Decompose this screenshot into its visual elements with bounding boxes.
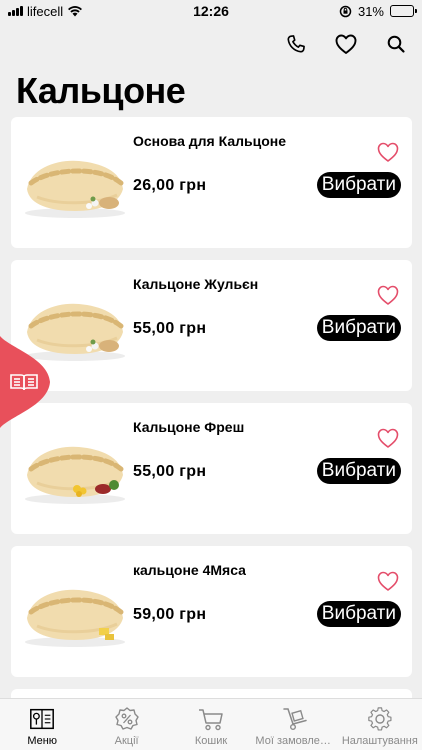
cart-icon [197, 705, 225, 733]
product-name: кальцоне 4Мяса [133, 562, 246, 578]
heart-icon[interactable] [376, 284, 400, 306]
battery-icon [390, 5, 417, 17]
product-name: Кальцоне Фреш [133, 419, 245, 435]
product-card[interactable]: Основа для Кальцоне 26,00 грн Вибрати [11, 117, 412, 248]
tab-label: Кошик [194, 735, 228, 747]
product-card[interactable]: кальцоне 4Мяса 59,00 грн Вибрати [11, 546, 412, 677]
product-list: Основа для Кальцоне 26,00 грн Вибрати Ка… [11, 117, 412, 721]
search-icon[interactable] [382, 30, 410, 58]
favorites-heart-icon[interactable] [332, 30, 360, 58]
phone-icon[interactable] [282, 30, 310, 58]
bottom-tab-bar: Меню Акції Кошик Мої замовлення Налаштув… [0, 698, 422, 750]
choose-button[interactable]: Вибрати [316, 601, 401, 627]
status-bar: lifecell 12:26 31% [0, 0, 422, 22]
heart-icon[interactable] [376, 141, 400, 163]
gear-icon [366, 705, 394, 733]
choose-button[interactable]: Вибрати [316, 172, 401, 198]
tab-my-orders[interactable]: Мої замовлення [253, 699, 337, 750]
product-name: Основа для Кальцоне [133, 133, 287, 149]
tab-label: Меню [27, 735, 58, 747]
menu-book-icon [28, 705, 56, 733]
product-image [25, 160, 125, 218]
product-name: Кальцоне Жульєн [133, 276, 259, 292]
product-image [25, 446, 125, 504]
heart-icon[interactable] [376, 427, 400, 449]
product-price: 55,00 грн [133, 320, 207, 337]
tab-settings[interactable]: Налаштування [338, 699, 422, 750]
heart-icon[interactable] [376, 570, 400, 592]
wifi-icon [68, 6, 83, 17]
status-right: 31% [274, 3, 417, 19]
catalog-side-tab[interactable] [0, 336, 52, 428]
product-price: 59,00 грн [133, 606, 207, 623]
tab-menu[interactable]: Меню [0, 699, 84, 750]
product-card[interactable]: Кальцоне Жульєн 55,00 грн Вибрати [11, 260, 412, 391]
product-image [25, 589, 125, 647]
status-time: 12:26 [193, 3, 229, 19]
tab-label: Налаштування [341, 735, 418, 747]
discount-badge-icon [113, 705, 141, 733]
choose-button[interactable]: Вибрати [316, 315, 401, 341]
status-left: lifecell [8, 4, 148, 19]
product-price: 55,00 грн [133, 463, 207, 480]
choose-button[interactable]: Вибрати [316, 458, 401, 484]
top-actions [282, 30, 410, 58]
product-price: 26,00 грн [133, 177, 207, 194]
carrier-name: lifecell [27, 3, 64, 19]
tab-promotions[interactable]: Акції [84, 699, 168, 750]
hand-truck-icon [281, 705, 309, 733]
tab-cart[interactable]: Кошик [169, 699, 253, 750]
tab-label: Акції [114, 735, 139, 747]
signal-icon [8, 6, 23, 16]
battery-percent: 31% [357, 3, 384, 19]
tab-label: Мої замовлення [255, 735, 336, 747]
page-title: Кальцоне [16, 70, 186, 111]
product-card[interactable]: Кальцоне Фреш 55,00 грн Вибрати [11, 403, 412, 534]
orientation-lock-icon [339, 5, 352, 17]
